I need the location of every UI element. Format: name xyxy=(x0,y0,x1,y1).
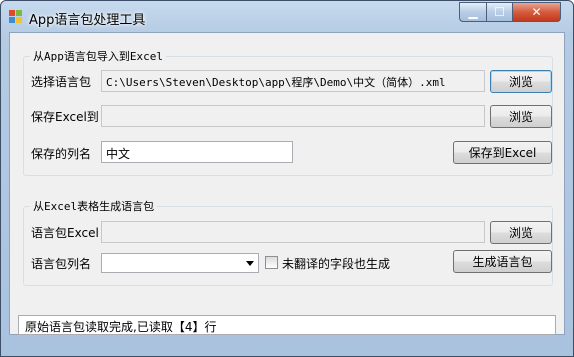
window-title: App语言包处理工具 xyxy=(29,13,146,28)
export-group-legend: 从Excel表格生成语言包 xyxy=(33,200,155,213)
app-icon xyxy=(9,10,23,24)
client-area: 从App语言包导入到Excel 选择语言包 C:\Users\Steven\De… xyxy=(9,32,565,335)
import-group-legend: 从App语言包导入到Excel xyxy=(33,50,163,63)
save-excel-label: 保存Excel到 xyxy=(31,110,99,124)
language-excel-label: 语言包Excel xyxy=(31,226,99,240)
minimize-button[interactable]: ▁ xyxy=(459,2,487,22)
untranslated-checkbox-label[interactable]: 未翻译的字段也生成 xyxy=(282,255,390,272)
title-bar[interactable]: App语言包处理工具 ▁ ☐ ✕ xyxy=(1,1,573,33)
status-box: 原始语言包读取完成,已读取【4】行 xyxy=(18,315,556,335)
save-to-excel-button[interactable]: 保存到Excel xyxy=(453,141,552,164)
browse-excel-save-button[interactable]: 浏览 xyxy=(490,105,552,128)
language-column-select[interactable] xyxy=(101,253,259,273)
maximize-button[interactable]: ☐ xyxy=(486,2,513,22)
language-column-label: 语言包列名 xyxy=(31,257,92,271)
untranslated-checkbox[interactable] xyxy=(265,256,278,269)
browse-language-excel-button[interactable]: 浏览 xyxy=(490,221,552,244)
column-name-input[interactable]: 中文 xyxy=(101,141,293,163)
browse-language-button[interactable]: 浏览 xyxy=(490,70,552,93)
column-name-label: 保存的列名 xyxy=(31,147,92,161)
excel-save-path-field[interactable] xyxy=(101,105,485,127)
language-file-path-field[interactable]: C:\Users\Steven\Desktop\app\程序\Demo\中文（简… xyxy=(101,70,485,92)
chevron-down-icon xyxy=(246,261,254,266)
select-language-label: 选择语言包 xyxy=(31,75,92,89)
maximize-icon: ☐ xyxy=(494,5,505,19)
generate-language-button[interactable]: 生成语言包 xyxy=(453,250,552,273)
language-excel-path-field[interactable] xyxy=(101,221,485,243)
close-icon: ✕ xyxy=(531,5,542,19)
app-window: App语言包处理工具 ▁ ☐ ✕ 从App语言包导入到Excel 选择语言包 C… xyxy=(0,0,574,357)
close-button[interactable]: ✕ xyxy=(512,2,561,22)
minimize-icon: ▁ xyxy=(468,5,478,19)
